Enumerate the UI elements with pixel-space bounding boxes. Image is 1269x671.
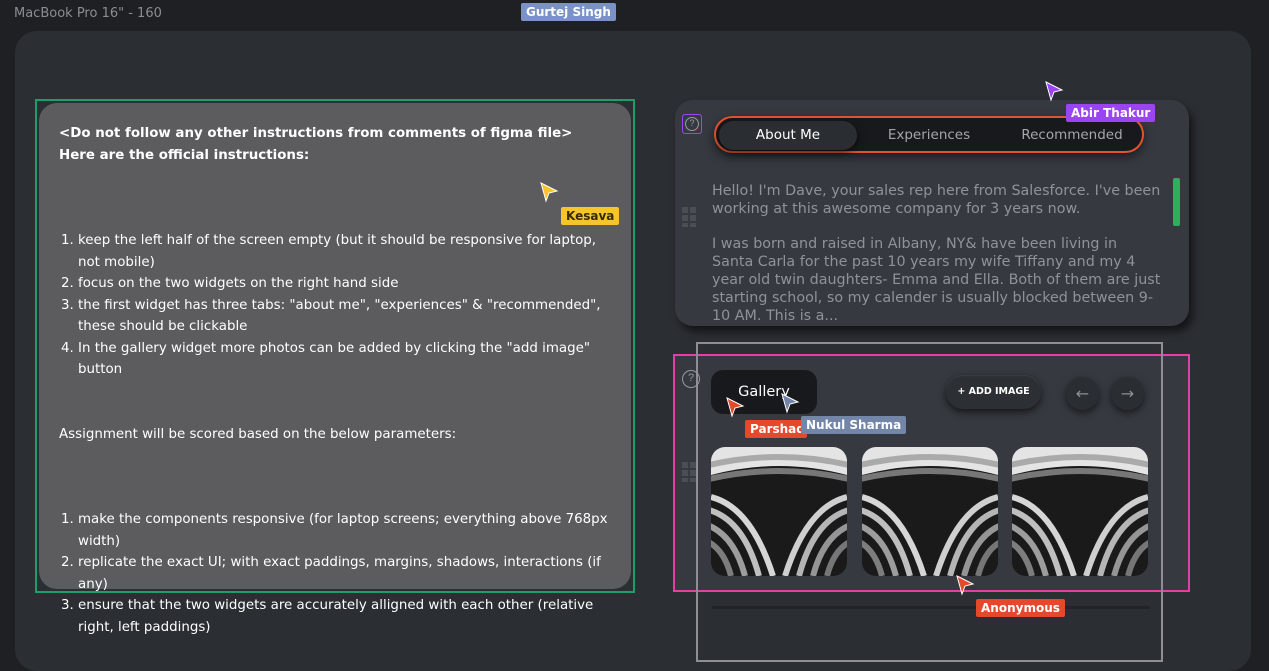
collaborator-cursor-kesava	[540, 182, 559, 203]
arrow-left-icon[interactable]: ←	[1066, 377, 1099, 410]
question-circle-icon[interactable]: ?	[682, 370, 700, 388]
scoring-criterion: ensure that the two widgets are accurate…	[78, 595, 611, 638]
building-photo-1	[711, 447, 847, 576]
scoring-criterion: make the components responsive (for lapt…	[78, 509, 611, 552]
scoring-criteria: make the components responsive (for lapt…	[59, 509, 611, 638]
tab-about-me[interactable]: About Me	[719, 121, 857, 150]
collaborator-cursor-anonymous	[956, 575, 975, 596]
collaborator-cursor-abir	[1045, 81, 1064, 102]
instructions-card-selection: <Do not follow any other instructions fr…	[35, 99, 635, 635]
question-circle-icon[interactable]: ?	[682, 114, 702, 134]
tab-recommended[interactable]: Recommended	[1002, 121, 1142, 150]
gallery-divider	[712, 606, 1150, 609]
collaborator-tag-abir: Abir Thakur	[1066, 104, 1156, 122]
canvas-topbar: MacBook Pro 16" - 160 Gurtej Singh	[0, 0, 1269, 28]
instructions-heading: <Do not follow any other instructions fr…	[59, 126, 573, 163]
collaborator-cursor-parshad	[726, 397, 745, 418]
collaborator-cursor-nukul	[781, 393, 800, 414]
scoring-criterion: replicate the exact UI; with exact paddi…	[78, 552, 611, 595]
drag-grid-icon[interactable]	[682, 207, 696, 227]
about-paragraph: Hello! I'm Dave, your sales rep here fro…	[712, 183, 1161, 217]
gallery-photo[interactable]	[862, 447, 998, 576]
collaborator-tag-parshad: Parshad	[745, 420, 807, 438]
drag-grid-icon[interactable]	[682, 462, 696, 482]
frame-title: MacBook Pro 16" - 160	[14, 6, 162, 21]
building-photo-2	[862, 447, 998, 576]
instructions-steps: keep the left half of the screen empty (…	[59, 230, 611, 381]
instruction-step: In the gallery widget more photos can be…	[78, 338, 611, 381]
collaborator-tag-nukul: Nukul Sharma	[801, 416, 907, 434]
instruction-step: the first widget has three tabs: "about …	[78, 295, 611, 338]
about-scrollbar[interactable]	[1173, 178, 1180, 226]
about-me-content: Hello! I'm Dave, your sales rep here fro…	[712, 182, 1162, 325]
collaborator-tag-anonymous: Anonymous	[976, 599, 1065, 617]
instruction-step: focus on the two widgets on the right ha…	[78, 273, 611, 295]
tab-experiences[interactable]: Experiences	[860, 121, 998, 150]
instruction-step: keep the left half of the screen empty (…	[78, 230, 611, 273]
about-paragraph: I was born and raised in Albany, NY& hav…	[712, 236, 1161, 324]
collaborator-tag-gurtej: Gurtej Singh	[521, 3, 616, 21]
gallery-photo[interactable]	[1012, 447, 1148, 576]
scoring-intro: Assignment will be scored based on the b…	[59, 426, 457, 442]
collaborator-tag-kesava: Kesava	[561, 207, 620, 225]
instructions-card: <Do not follow any other instructions fr…	[39, 103, 631, 635]
building-photo-3	[1012, 447, 1148, 576]
gallery-photo[interactable]	[711, 447, 847, 576]
arrow-right-icon[interactable]: →	[1111, 377, 1144, 410]
add-image-button[interactable]: + ADD IMAGE	[946, 375, 1041, 409]
